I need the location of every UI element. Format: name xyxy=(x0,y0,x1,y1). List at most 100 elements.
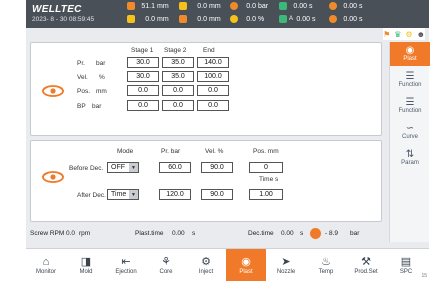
col-header-stage1: Stage 1 xyxy=(131,47,154,54)
inject-icon: ⚙ xyxy=(201,255,211,268)
core-icon: ⚘ xyxy=(161,255,171,268)
cycle-a-icon xyxy=(279,15,287,23)
temperature-icon xyxy=(127,2,135,10)
pr-stage2-input[interactable]: 35.0 xyxy=(162,57,194,68)
bp-stage1-input[interactable]: 0.0 xyxy=(127,100,159,111)
alarm-icon[interactable]: ⚑ xyxy=(383,30,390,39)
tab-function-2[interactable]: ☰ Function xyxy=(390,94,430,118)
after-dec-label: After Dec. xyxy=(77,192,106,199)
dec-time-unit: s xyxy=(300,230,304,237)
screw-rpm-label: Screw RPM xyxy=(30,230,65,237)
bottom-nav-bar: ⌂ Monitor ◨ Mold ⇤ Ejection ⚘ Core ⚙ Inj… xyxy=(26,248,429,281)
cycle-icon xyxy=(279,2,287,10)
status-timer: 0.00 s xyxy=(329,2,363,10)
temp-icon: ♨ xyxy=(321,255,331,268)
col-header-stage2: Stage 2 xyxy=(164,47,187,54)
pressure-gauge-icon xyxy=(310,228,321,239)
pressure-value: - 8.9 xyxy=(325,230,339,237)
after-dec-pr-input[interactable]: 120.0 xyxy=(159,189,191,200)
timer-icon xyxy=(329,2,337,10)
row-unit-pos: mm xyxy=(96,88,107,95)
plast-time-unit: s xyxy=(192,230,196,237)
status-screw-pos: 0.0 mm xyxy=(127,15,169,23)
ejector-icon xyxy=(179,15,187,23)
tab-param[interactable]: ⇅ Param xyxy=(390,146,430,170)
row-unit-bp: bar xyxy=(92,103,102,110)
function-icon: ☰ xyxy=(405,71,415,82)
before-dec-vel-input[interactable]: 90.0 xyxy=(201,162,233,173)
status-temp: 51.1 mm xyxy=(127,2,169,10)
row-unit-pr: bar xyxy=(96,60,106,67)
decompression-panel: Mode Pr. bar Vel. % Pos. mm Before Dec. … xyxy=(30,140,382,222)
nozzle-icon: ➤ xyxy=(281,255,291,268)
screw-rpm-value: 0.0 xyxy=(66,230,76,237)
quick-icons: ⚑ ♛ ⚙ ☻ xyxy=(383,28,425,40)
ejection-icon: ⇤ xyxy=(121,255,131,268)
after-dec-vel-input[interactable]: 90.0 xyxy=(201,189,233,200)
after-dec-mode-select[interactable]: Time ▼ xyxy=(107,189,139,200)
tab-ejection[interactable]: ⇤ Ejection xyxy=(106,249,146,281)
after-dec-time-input[interactable]: 1.00 xyxy=(249,189,283,200)
chevron-down-icon: ▼ xyxy=(129,163,138,172)
vel-stage2-input[interactable]: 35.0 xyxy=(162,71,194,82)
pos-end-input[interactable]: 0.0 xyxy=(197,85,229,96)
status-cycle: 0.00 s xyxy=(279,2,313,10)
row-label-bp: BP xyxy=(77,103,86,110)
speed-icon xyxy=(230,15,238,23)
row-unit-vel: % xyxy=(99,74,105,81)
tab-plast[interactable]: ◉ Plast xyxy=(390,42,430,66)
tab-nozzle[interactable]: ➤ Nozzle xyxy=(266,249,306,281)
row-label-vel: Vel. xyxy=(77,74,88,81)
pos-stage2-input[interactable]: 0.0 xyxy=(162,85,194,96)
prod-set-icon: ⚒ xyxy=(361,255,371,268)
vel-stage1-input[interactable]: 30.0 xyxy=(127,71,159,82)
before-dec-pos-input[interactable]: 0 xyxy=(249,162,283,173)
before-dec-pr-input[interactable]: 60.0 xyxy=(159,162,191,173)
pressure-icon xyxy=(230,2,238,10)
bp-stage2-input[interactable]: 0.0 xyxy=(162,100,194,111)
operator-icon[interactable]: ♛ xyxy=(394,30,401,39)
header-bar: WELLTEC 2023- 8 - 30 08:59:45 51.1 mm 0.… xyxy=(26,0,429,28)
hold-profile-panel: Stage 1 Stage 2 End Pr. bar 30.0 35.0 14… xyxy=(30,42,382,136)
status-ejector: 0.0 mm xyxy=(179,15,221,23)
tab-curve[interactable]: ∽ Curve xyxy=(390,120,430,144)
header-pos: Pos. mm xyxy=(253,148,279,155)
decompression-icon xyxy=(41,171,65,183)
status-mold-pos: 0.0 mm xyxy=(179,2,221,10)
tab-prod-set[interactable]: ⚒ Prod.Set xyxy=(346,249,386,281)
header-pr: Pr. bar xyxy=(161,148,181,155)
plast-icon: ◉ xyxy=(405,45,415,56)
before-dec-label: Before Dec. xyxy=(69,165,104,172)
mold-icon: ◨ xyxy=(80,255,92,268)
tab-function-1[interactable]: ☰ Function xyxy=(390,68,430,92)
plast-icon: ◉ xyxy=(241,255,251,268)
bp-end-input[interactable]: 0.0 xyxy=(197,100,229,111)
tool-icon[interactable]: ⚙ xyxy=(405,30,412,39)
monitor-icon: ⌂ xyxy=(42,255,50,268)
vel-end-input[interactable]: 100.0 xyxy=(197,71,229,82)
pr-stage1-input[interactable]: 30.0 xyxy=(127,57,159,68)
timer-b-icon xyxy=(329,15,337,23)
status-pressure: 0.0 bar xyxy=(230,2,268,10)
screw-position-icon xyxy=(127,15,135,23)
plast-time-label: Plast.time xyxy=(135,230,164,237)
dec-time-value: 0.00 xyxy=(281,230,294,237)
tab-core[interactable]: ⚘ Core xyxy=(146,249,186,281)
pos-stage1-input[interactable]: 0.0 xyxy=(127,85,159,96)
right-tab-bar: ◉ Plast ☰ Function ☰ Function ∽ Curve ⇅ … xyxy=(389,42,430,242)
status-cycle-a: A 0.00 s xyxy=(279,15,316,23)
tab-spc[interactable]: ▤ SPC xyxy=(386,249,426,281)
row-label-pos: Pos. xyxy=(77,88,91,95)
tab-temp[interactable]: ♨ Temp xyxy=(306,249,346,281)
tab-mold[interactable]: ◨ Mold xyxy=(66,249,106,281)
process-status-line: Screw RPM 0.0 rpm Plast.time 0.00 s Dec.… xyxy=(26,228,386,240)
pr-end-input[interactable]: 140.0 xyxy=(197,57,229,68)
tab-inject[interactable]: ⚙ Inject xyxy=(186,249,226,281)
user-icon[interactable]: ☻ xyxy=(417,30,425,39)
tab-monitor[interactable]: ⌂ Monitor xyxy=(26,249,66,281)
col-header-end: End xyxy=(203,47,215,54)
tab-plast-bottom[interactable]: ◉ Plast xyxy=(226,249,266,281)
chevron-down-icon: ▼ xyxy=(129,190,138,199)
before-dec-mode-select[interactable]: OFF ▼ xyxy=(107,162,139,173)
datetime: 2023- 8 - 30 08:59:45 xyxy=(32,16,95,23)
